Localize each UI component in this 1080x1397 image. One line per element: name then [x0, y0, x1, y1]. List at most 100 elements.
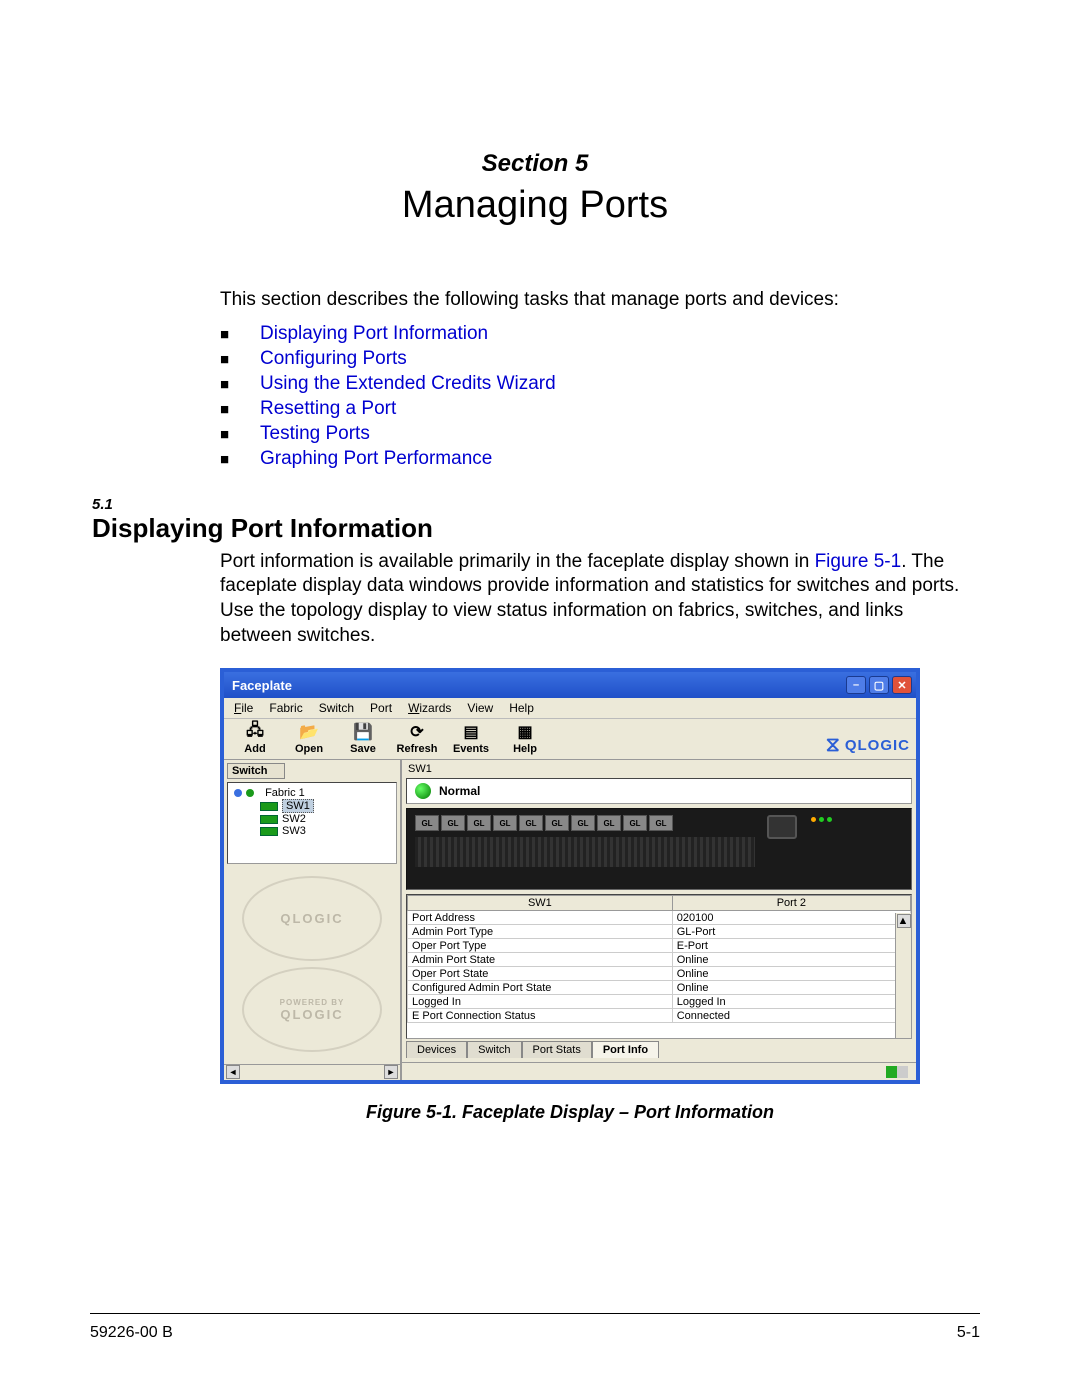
tree-root[interactable]: Fabric 1: [234, 787, 390, 799]
table-header[interactable]: Port 2: [672, 896, 910, 911]
status-icon: [246, 789, 254, 797]
footer-right: 5-1: [957, 1324, 980, 1342]
table-header[interactable]: SW1: [408, 896, 673, 911]
tree-item[interactable]: SW2: [260, 813, 390, 825]
tab-switch[interactable]: Switch: [467, 1041, 521, 1058]
tree-item[interactable]: SW1: [260, 799, 390, 813]
tree-item[interactable]: SW3: [260, 825, 390, 837]
bulb-icon: [234, 789, 242, 797]
menu-port[interactable]: Port: [364, 700, 398, 716]
chassis-vents: [415, 837, 755, 867]
table-row[interactable]: Oper Port StateOnline: [408, 967, 911, 981]
status-leds: [811, 817, 832, 822]
bullet-icon: ■: [220, 451, 260, 468]
menu-bar: File Fabric Switch Port Wizards View Hel…: [224, 698, 916, 719]
port-slot[interactable]: GL: [597, 815, 621, 831]
port-grid[interactable]: GL GL GL GL GL GL GL GL GL GL: [415, 815, 755, 831]
properties-table[interactable]: SW1Port 2 Port Address020100 Admin Port …: [406, 894, 912, 1039]
bottom-tabs: Devices Switch Port Stats Port Info: [406, 1041, 912, 1058]
scroll-left-icon[interactable]: ◄: [226, 1065, 240, 1079]
faceplate-window: Faceplate – ▢ ✕ File Fabric Switch Port …: [220, 668, 920, 1084]
led-icon: [811, 817, 816, 822]
toc-link[interactable]: Configuring Ports: [260, 348, 407, 370]
tab-devices[interactable]: Devices: [406, 1041, 467, 1058]
figure-reference-link[interactable]: Figure 5-1: [815, 551, 902, 572]
window-titlebar: Faceplate – ▢ ✕: [224, 672, 916, 698]
tab-port-stats[interactable]: Port Stats: [522, 1041, 592, 1058]
fabric-tree[interactable]: Fabric 1 SW1 SW2 SW3: [227, 782, 397, 864]
powered-by-watermark: POWERED BYQLOGIC: [242, 967, 382, 1052]
table-row[interactable]: Admin Port TypeGL-Port: [408, 925, 911, 939]
port-slot[interactable]: GL: [441, 815, 465, 831]
table-row[interactable]: Port Address020100: [408, 911, 911, 925]
minimize-button[interactable]: –: [846, 676, 866, 694]
menu-view[interactable]: View: [461, 700, 499, 716]
right-panel: SW1 Normal GL GL GL GL GL GL G: [402, 760, 916, 1080]
toc-link[interactable]: Displaying Port Information: [260, 323, 488, 345]
port-slot[interactable]: GL: [623, 815, 647, 831]
port-slot[interactable]: GL: [649, 815, 673, 831]
add-icon: 🖧: [230, 721, 280, 743]
maximize-button[interactable]: ▢: [869, 676, 889, 694]
tab-port-info[interactable]: Port Info: [592, 1041, 659, 1058]
table-row[interactable]: Configured Admin Port StateOnline: [408, 981, 911, 995]
switch-icon: [260, 815, 278, 824]
menu-fabric[interactable]: Fabric: [263, 700, 308, 716]
scroll-up-icon[interactable]: ▲: [897, 914, 911, 928]
toolbar: 🖧Add 📂Open 💾Save ⟳Refresh ▤Events ▦Help …: [224, 719, 916, 760]
toc-item: ■Displaying Port Information: [220, 323, 980, 345]
logo-block: QLOGIC POWERED BYQLOGIC: [224, 864, 400, 1064]
toc-link[interactable]: Using the Extended Credits Wizard: [260, 373, 556, 395]
toc-item: ■Testing Ports: [220, 423, 980, 445]
brand-logo: ⧖QLOGIC: [826, 735, 910, 755]
window-title: Faceplate: [232, 678, 292, 693]
port-slot[interactable]: GL: [519, 815, 543, 831]
port-slot[interactable]: GL: [415, 815, 439, 831]
status-bar: [402, 1062, 916, 1080]
vertical-scrollbar[interactable]: ▲: [895, 913, 911, 1038]
toc-link[interactable]: Resetting a Port: [260, 398, 396, 420]
toc-link[interactable]: Testing Ports: [260, 423, 370, 445]
close-button[interactable]: ✕: [892, 676, 912, 694]
menu-wizards[interactable]: Wizards: [402, 700, 457, 716]
switch-button[interactable]: Switch: [227, 763, 285, 779]
toolbar-save[interactable]: 💾Save: [338, 721, 388, 755]
section-label: Section 5: [90, 150, 980, 178]
table-row[interactable]: Logged InLogged In: [408, 995, 911, 1009]
table-row[interactable]: E Port Connection StatusConnected: [408, 1009, 911, 1023]
table-row[interactable]: Admin Port StateOnline: [408, 953, 911, 967]
footer-left: 59226-00 B: [90, 1324, 173, 1342]
page-title: Managing Ports: [90, 184, 980, 227]
port-slot[interactable]: GL: [571, 815, 595, 831]
toolbar-refresh[interactable]: ⟳Refresh: [392, 721, 442, 755]
toc-list: ■Displaying Port Information ■Configurin…: [220, 323, 980, 470]
toolbar-add[interactable]: 🖧Add: [230, 721, 280, 755]
toc-link[interactable]: Graphing Port Performance: [260, 448, 492, 470]
led-icon: [827, 817, 832, 822]
menu-switch[interactable]: Switch: [313, 700, 360, 716]
port-slot[interactable]: GL: [545, 815, 569, 831]
qlogic-icon: ⧖: [826, 735, 841, 755]
menu-help[interactable]: Help: [503, 700, 540, 716]
events-icon: ▤: [446, 721, 496, 743]
subsection-paragraph: Port information is available primarily …: [220, 550, 980, 649]
ethernet-port-icon: [767, 815, 797, 839]
bullet-icon: ■: [220, 401, 260, 418]
page-footer: 59226-00 B 5-1: [90, 1313, 980, 1342]
left-panel: Switch Fabric 1 SW1 SW2 SW3 QLOGIC POWER…: [224, 760, 402, 1080]
toolbar-events[interactable]: ▤Events: [446, 721, 496, 755]
toolbar-open[interactable]: 📂Open: [284, 721, 334, 755]
switch-icon: [260, 827, 278, 836]
port-slot[interactable]: GL: [467, 815, 491, 831]
menu-file[interactable]: File: [228, 700, 259, 716]
table-row[interactable]: Oper Port TypeE-Port: [408, 939, 911, 953]
toolbar-help[interactable]: ▦Help: [500, 721, 550, 755]
hardware-view[interactable]: GL GL GL GL GL GL GL GL GL GL: [406, 808, 912, 890]
toc-item: ■Graphing Port Performance: [220, 448, 980, 470]
horizontal-scrollbar[interactable]: ◄ ►: [224, 1064, 400, 1080]
port-slot[interactable]: GL: [493, 815, 517, 831]
subsection-number: 5.1: [92, 496, 980, 513]
intro-paragraph: This section describes the following tas…: [220, 287, 980, 313]
toc-item: ■Resetting a Port: [220, 398, 980, 420]
scroll-right-icon[interactable]: ►: [384, 1065, 398, 1079]
